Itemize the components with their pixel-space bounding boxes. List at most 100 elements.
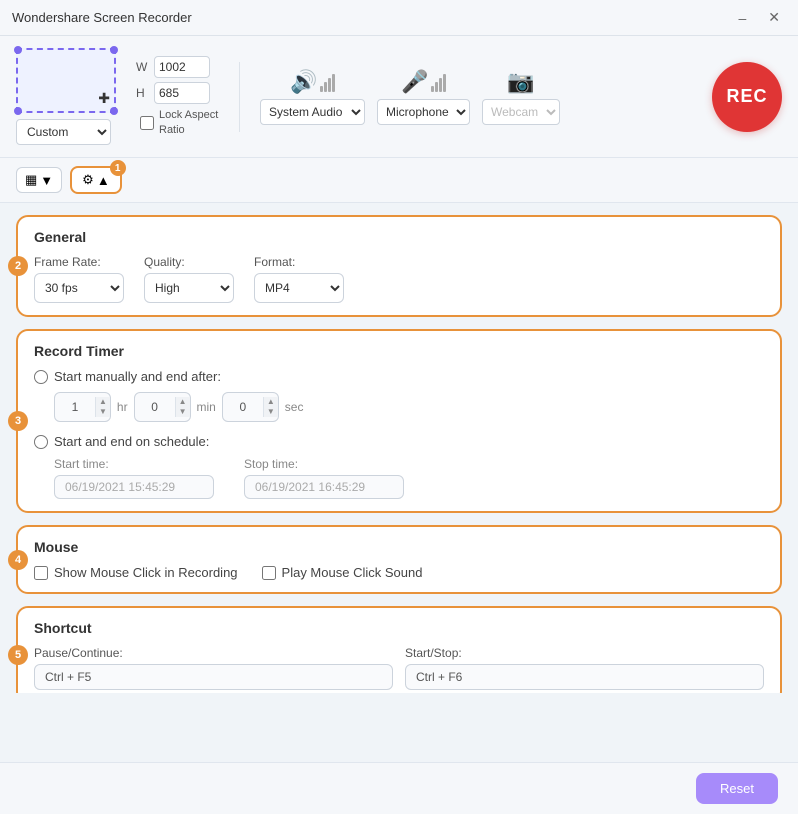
content-area: 2 General Frame Rate: 30 fps 15 fps 24 f… <box>0 203 798 693</box>
layout-dropdown-icon: ▼ <box>40 173 53 188</box>
screen-region: ✚ Custom Full Screen 1920x1080 1280x720 <box>16 48 116 145</box>
stop-time-label: Stop time: <box>244 457 404 471</box>
height-row: H <box>136 82 219 104</box>
frame-rate-select[interactable]: 30 fps 15 fps 24 fps 60 fps <box>34 273 124 303</box>
stop-time-input[interactable] <box>244 475 404 499</box>
vol-bar-m2 <box>435 82 438 92</box>
settings-badge-button[interactable]: ⚙ ▲ 1 <box>70 166 122 194</box>
rec-button[interactable]: REC <box>712 62 782 132</box>
start-stop-label: Start/Stop: <box>405 646 764 660</box>
height-label: H <box>136 86 150 100</box>
schedule-time-row: Start time: Stop time: <box>54 457 764 499</box>
webcam-icon-row: 📷 <box>507 69 534 95</box>
hr-input[interactable] <box>55 393 95 421</box>
quality-select[interactable]: High Low Medium <box>144 273 234 303</box>
microphone-select[interactable]: Microphone <box>377 99 470 125</box>
play-sound-checkbox[interactable] <box>262 566 276 580</box>
show-click-item: Show Mouse Click in Recording <box>34 565 238 580</box>
start-stop-group: Start/Stop: <box>405 646 764 690</box>
show-click-checkbox[interactable] <box>34 566 48 580</box>
microphone-bars <box>431 72 446 92</box>
mouse-badge: 4 <box>8 550 28 570</box>
sec-unit-label: sec <box>285 400 304 414</box>
microphone-icon-row: 🎤 <box>401 69 445 95</box>
sec-up-btn[interactable]: ▲ <box>264 397 278 407</box>
webcam-icon: 📷 <box>507 69 534 95</box>
min-input[interactable] <box>135 393 175 421</box>
general-section: 2 General Frame Rate: 30 fps 15 fps 24 f… <box>16 215 782 317</box>
start-time-label: Start time: <box>54 457 214 471</box>
layout-button[interactable]: ▦ ▼ <box>16 167 62 193</box>
settings-icon: ⚙ <box>82 172 94 188</box>
format-select[interactable]: MP4 MOV AVI GIF <box>254 273 344 303</box>
shortcut-grid: Pause/Continue: Start/Stop: <box>34 646 764 690</box>
shortcut-title: Shortcut <box>34 620 764 636</box>
sec-input-box: ▲ ▼ <box>222 392 279 422</box>
corner-tl <box>14 46 22 54</box>
width-label: W <box>136 60 150 74</box>
schedule-radio[interactable] <box>34 435 48 449</box>
sec-input[interactable] <box>223 393 263 421</box>
corner-br <box>110 107 118 115</box>
dimensions-panel: W H Lock Aspect Ratio <box>136 56 219 137</box>
lock-aspect-row: Lock Aspect Ratio <box>140 108 219 137</box>
vol-bar-m1 <box>431 86 434 92</box>
vol-bar-2 <box>324 82 327 92</box>
play-sound-item: Play Mouse Click Sound <box>262 565 423 580</box>
system-audio-select[interactable]: System Audio <box>260 99 365 125</box>
vol-bar-1 <box>320 86 323 92</box>
corner-bl <box>14 107 22 115</box>
mouse-section: 4 Mouse Show Mouse Click in Recording Pl… <box>16 525 782 594</box>
app-title: Wondershare Screen Recorder <box>12 10 192 25</box>
webcam-item: 📷 Webcam <box>482 69 560 125</box>
screen-preview[interactable]: ✚ <box>16 48 116 113</box>
hr-unit-label: hr <box>117 400 128 414</box>
height-input[interactable] <box>154 82 210 104</box>
stop-time-group: Stop time: <box>244 457 404 499</box>
show-click-label: Show Mouse Click in Recording <box>54 565 238 580</box>
settings-badge: 1 <box>110 160 126 176</box>
pause-input[interactable] <box>34 664 393 690</box>
time-inputs-row: ▲ ▼ hr ▲ ▼ min ▲ ▼ sec <box>54 392 764 422</box>
general-title: General <box>34 229 764 245</box>
hr-input-box: ▲ ▼ <box>54 392 111 422</box>
minimize-button[interactable]: – <box>732 7 752 28</box>
frame-rate-label: Frame Rate: <box>34 255 124 269</box>
vol-bar-4 <box>332 74 335 92</box>
format-label: Format: <box>254 255 344 269</box>
width-input[interactable] <box>154 56 210 78</box>
settings-up-icon: ▲ <box>97 173 110 188</box>
start-stop-input[interactable] <box>405 664 764 690</box>
quality-label: Quality: <box>144 255 234 269</box>
system-audio-item: 🔊 System Audio <box>260 69 365 125</box>
lock-aspect-checkbox[interactable] <box>140 116 154 130</box>
hr-up-btn[interactable]: ▲ <box>96 397 110 407</box>
start-manually-radio[interactable] <box>34 370 48 384</box>
start-manually-label: Start manually and end after: <box>54 369 221 384</box>
lock-aspect-label: Lock Aspect Ratio <box>159 108 219 137</box>
min-down-btn[interactable]: ▼ <box>176 407 190 417</box>
start-time-input[interactable] <box>54 475 214 499</box>
min-up-btn[interactable]: ▲ <box>176 397 190 407</box>
sec-down-btn[interactable]: ▼ <box>264 407 278 417</box>
preset-select[interactable]: Custom Full Screen 1920x1080 1280x720 <box>16 119 111 145</box>
title-bar-left: Wondershare Screen Recorder <box>12 10 192 25</box>
sec-spinners: ▲ ▼ <box>263 397 278 417</box>
vol-bar-m4 <box>443 74 446 92</box>
min-spinners: ▲ ▼ <box>175 397 190 417</box>
schedule-row: Start and end on schedule: <box>34 434 764 449</box>
divider-1 <box>239 62 240 132</box>
speaker-icon: 🔊 <box>290 69 317 95</box>
general-badge: 2 <box>8 256 28 276</box>
layout-icon: ▦ <box>25 172 37 188</box>
close-button[interactable]: ✕ <box>762 7 786 28</box>
vol-bar-m3 <box>439 78 442 92</box>
shortcut-badge: 5 <box>8 645 28 665</box>
frame-rate-group: Frame Rate: 30 fps 15 fps 24 fps 60 fps <box>34 255 124 303</box>
hr-down-btn[interactable]: ▼ <box>96 407 110 417</box>
audio-section: 🔊 System Audio 🎤 <box>260 69 696 125</box>
main-toolbar: ✚ Custom Full Screen 1920x1080 1280x720 … <box>0 36 798 158</box>
reset-button[interactable]: Reset <box>696 773 778 804</box>
start-manually-row: Start manually and end after: <box>34 369 764 384</box>
webcam-select[interactable]: Webcam <box>482 99 560 125</box>
